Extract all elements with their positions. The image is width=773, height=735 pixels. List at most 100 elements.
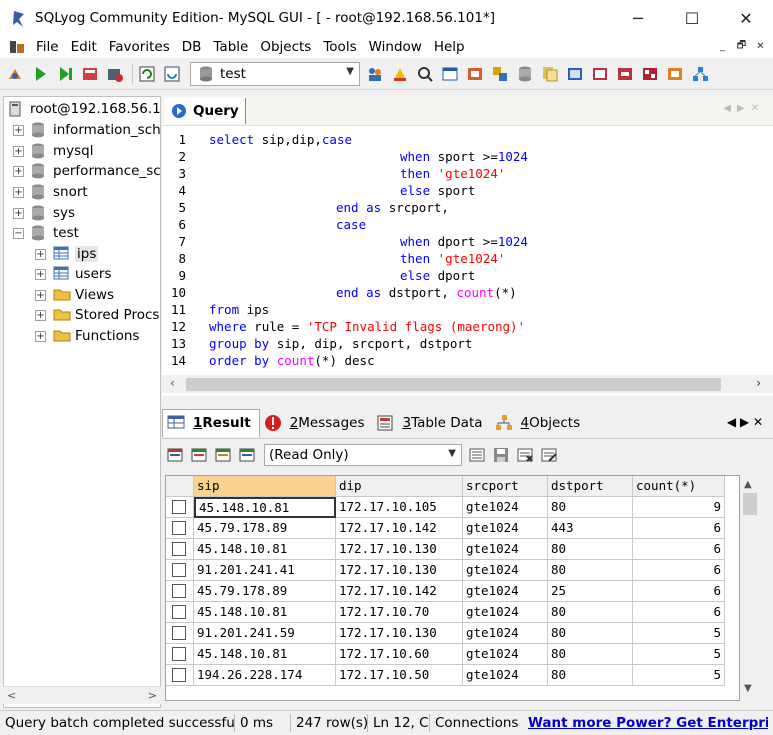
column-header-dip[interactable]: dip — [336, 476, 463, 497]
execute-all-icon[interactable] — [54, 63, 76, 85]
scroll-left-icon[interactable]: ‹ — [170, 376, 175, 390]
tree-connection[interactable]: root@192.168.56.101 — [8, 99, 160, 119]
grid-cell[interactable]: 6 — [633, 539, 725, 560]
expand-icon[interactable]: + — [13, 145, 24, 157]
grid-cell[interactable]: 80 — [548, 602, 633, 623]
object-refresh-icon[interactable] — [161, 63, 183, 85]
grid-cell[interactable]: 45.79.178.89 — [194, 518, 336, 539]
tab-scroll-arrows-icon[interactable]: ◀▶✕ — [723, 103, 765, 114]
row-checkbox[interactable] — [172, 563, 186, 577]
grid-cell[interactable]: 45.148.10.81 — [194, 497, 336, 518]
grid-cell[interactable]: 80 — [548, 665, 633, 686]
scroll-up-icon[interactable]: ▲ — [744, 479, 752, 490]
schema-designer-icon[interactable] — [639, 63, 661, 85]
grid-cell[interactable]: gte1024 — [463, 539, 548, 560]
import-icon[interactable] — [489, 63, 511, 85]
row-checkbox[interactable] — [172, 521, 186, 535]
export-icon[interactable] — [166, 446, 184, 464]
stop-icon[interactable] — [104, 63, 126, 85]
result-tab-arrows-icon[interactable]: ◀ ▶ ✕ — [727, 415, 763, 429]
object-browser-scrollbar[interactable]: < > — [3, 686, 161, 704]
menu-edit[interactable]: Edit — [65, 39, 103, 55]
grid-cell[interactable]: gte1024 — [463, 518, 548, 539]
grid-cell[interactable]: gte1024 — [463, 623, 548, 644]
clear-icon[interactable] — [389, 63, 411, 85]
grid-cell[interactable]: 25 — [548, 581, 633, 602]
row-checkbox[interactable] — [172, 647, 186, 661]
maximize-button[interactable]: ☐ — [665, 0, 719, 36]
text-view-icon[interactable] — [238, 446, 256, 464]
expand-icon[interactable]: + — [13, 186, 24, 198]
tree-folder-views[interactable]: + Views — [35, 285, 114, 305]
editor-horizontal-scrollbar[interactable]: ‹ › — [162, 375, 773, 393]
sql-editor[interactable]: 1 2 3 4 5 6 7 8 9 10 11 12 13 14 select … — [162, 126, 773, 376]
grid-cell[interactable]: 80 — [548, 560, 633, 581]
grid-cell[interactable]: 6 — [633, 560, 725, 581]
search-icon[interactable] — [414, 63, 436, 85]
row-checkbox[interactable] — [172, 626, 186, 640]
grid-cell[interactable]: 80 — [548, 623, 633, 644]
delete-row-icon[interactable] — [516, 446, 534, 464]
database-selector[interactable]: test ▼ — [190, 61, 360, 86]
filter-icon[interactable] — [468, 446, 486, 464]
grid-cell[interactable]: 91.201.241.59 — [194, 623, 336, 644]
grid-cell[interactable]: 194.26.228.174 — [194, 665, 336, 686]
tab-objects[interactable]: 4 Objects — [491, 409, 589, 437]
mdi-close-button[interactable]: ✕ — [752, 38, 769, 55]
menu-objects[interactable]: Objects — [254, 39, 317, 55]
grid-cell[interactable]: 80 — [548, 539, 633, 560]
tree-db-information-schema[interactable]: + information_schema — [13, 120, 160, 140]
edit-row-icon[interactable] — [540, 446, 558, 464]
grid-cell[interactable]: 172.17.10.142 — [336, 518, 463, 539]
tab-query[interactable]: Query — [165, 97, 246, 124]
expand-icon[interactable]: + — [35, 289, 46, 301]
refresh-icon[interactable] — [136, 63, 158, 85]
menu-table[interactable]: Table — [207, 39, 254, 55]
grid-cell[interactable]: 45.148.10.81 — [194, 602, 336, 623]
save-icon[interactable] — [492, 446, 510, 464]
tab-messages[interactable]: 2 Messages — [260, 409, 373, 437]
grid-cell[interactable]: 172.17.10.142 — [336, 581, 463, 602]
minimize-button[interactable]: ─ — [611, 0, 665, 36]
grid-cell[interactable]: gte1024 — [463, 644, 548, 665]
copy-icon[interactable] — [190, 446, 208, 464]
grid-cell[interactable]: 45.148.10.81 — [194, 539, 336, 560]
network-icon[interactable] — [689, 63, 711, 85]
grid-cell[interactable]: 80 — [548, 497, 633, 518]
tree-folder-stored-procs[interactable]: + Stored Procs — [35, 305, 159, 325]
query-builder-icon[interactable] — [614, 63, 636, 85]
grid-cell[interactable]: 45.79.178.89 — [194, 581, 336, 602]
grid-cell[interactable]: 45.148.10.81 — [194, 644, 336, 665]
expand-icon[interactable]: + — [35, 248, 46, 260]
grid-cell[interactable]: 9 — [633, 497, 725, 518]
form-view-icon[interactable] — [214, 446, 232, 464]
grid-cell[interactable]: 5 — [633, 644, 725, 665]
tree-db-sys[interactable]: + sys — [13, 203, 75, 223]
grid-cell[interactable]: gte1024 — [463, 497, 548, 518]
expand-icon[interactable]: + — [13, 165, 24, 177]
tree-folder-functions[interactable]: + Functions — [35, 326, 139, 346]
tree-table-users[interactable]: + users — [35, 264, 111, 284]
column-header-srcport[interactable]: srcport — [463, 476, 548, 497]
row-checkbox[interactable] — [172, 500, 186, 514]
row-checkbox[interactable] — [172, 584, 186, 598]
expand-icon[interactable]: + — [35, 268, 46, 280]
grid-cell[interactable]: 80 — [548, 644, 633, 665]
tab-table-data[interactable]: 3 Table Data — [372, 409, 490, 437]
grid-corner-cell[interactable] — [166, 476, 194, 497]
menu-db[interactable]: DB — [176, 39, 208, 55]
table-menu-icon[interactable] — [439, 63, 461, 85]
menu-tools[interactable]: Tools — [317, 39, 362, 55]
grid-cell[interactable]: gte1024 — [463, 602, 548, 623]
scroll-down-icon[interactable]: ▼ — [744, 683, 752, 694]
result-grid[interactable]: sip dip srcport dstport count(*) 45.148.10.81… — [165, 475, 740, 701]
scrollbar-thumb[interactable] — [743, 493, 757, 515]
grid-cell[interactable]: 443 — [548, 518, 633, 539]
data-sync-icon[interactable] — [589, 63, 611, 85]
tree-db-mysql[interactable]: + mysql — [13, 141, 94, 161]
grid-cell[interactable]: gte1024 — [463, 581, 548, 602]
scrollbar-thumb[interactable] — [186, 378, 721, 391]
result-grid-vertical-scrollbar[interactable]: ▲ ▼ — [740, 475, 760, 701]
grid-cell[interactable]: gte1024 — [463, 560, 548, 581]
mdi-minimize-button[interactable]: _ — [714, 38, 731, 55]
